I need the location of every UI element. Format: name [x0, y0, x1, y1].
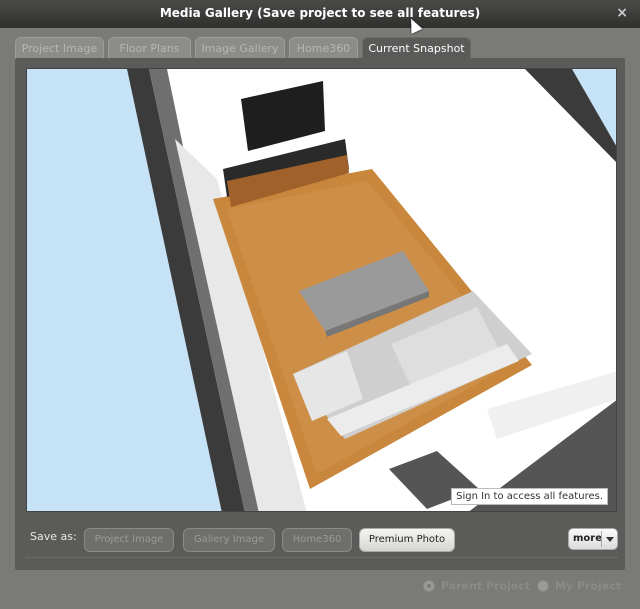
tab-home360[interactable]: Home360: [289, 37, 358, 59]
more-separator: [601, 531, 602, 547]
radio-parent-project[interactable]: Parent Project: [423, 579, 530, 593]
tab-image-gallery[interactable]: Image Gallery: [195, 37, 285, 59]
tab-floor-plans[interactable]: Floor Plans: [108, 37, 191, 59]
close-icon[interactable]: ×: [616, 4, 628, 22]
save-home360-button[interactable]: Home360: [282, 528, 352, 552]
window-title: Media Gallery (Save project to see all f…: [159, 6, 481, 20]
save-as-label: Save as:: [30, 530, 77, 543]
more-label: more: [573, 533, 603, 544]
dotted-divider: [26, 557, 617, 558]
save-premium-photo-button[interactable]: Premium Photo: [359, 528, 455, 552]
chevron-down-icon[interactable]: [606, 537, 614, 542]
signin-notice[interactable]: Sign In to access all features.: [451, 488, 608, 505]
save-project-image-button[interactable]: Project Image: [84, 528, 174, 552]
window-titlebar: Media Gallery (Save project to see all f…: [0, 0, 640, 28]
snapshot-viewport[interactable]: Sign In to access all features.: [26, 68, 617, 512]
tab-project-image[interactable]: Project Image: [15, 37, 104, 59]
radio-label: My Project: [555, 579, 621, 593]
radio-my-project[interactable]: My Project: [537, 579, 621, 593]
more-dropdown-button[interactable]: more: [568, 528, 618, 550]
tab-current-snapshot[interactable]: Current Snapshot: [362, 37, 471, 60]
radio-label: Parent Project: [441, 579, 531, 593]
tv: [241, 81, 325, 151]
radio-unselected-icon[interactable]: [537, 580, 549, 592]
save-gallery-image-button[interactable]: Gallery Image: [183, 528, 275, 552]
radio-selected-icon[interactable]: [423, 580, 435, 592]
room-render: [27, 69, 616, 511]
